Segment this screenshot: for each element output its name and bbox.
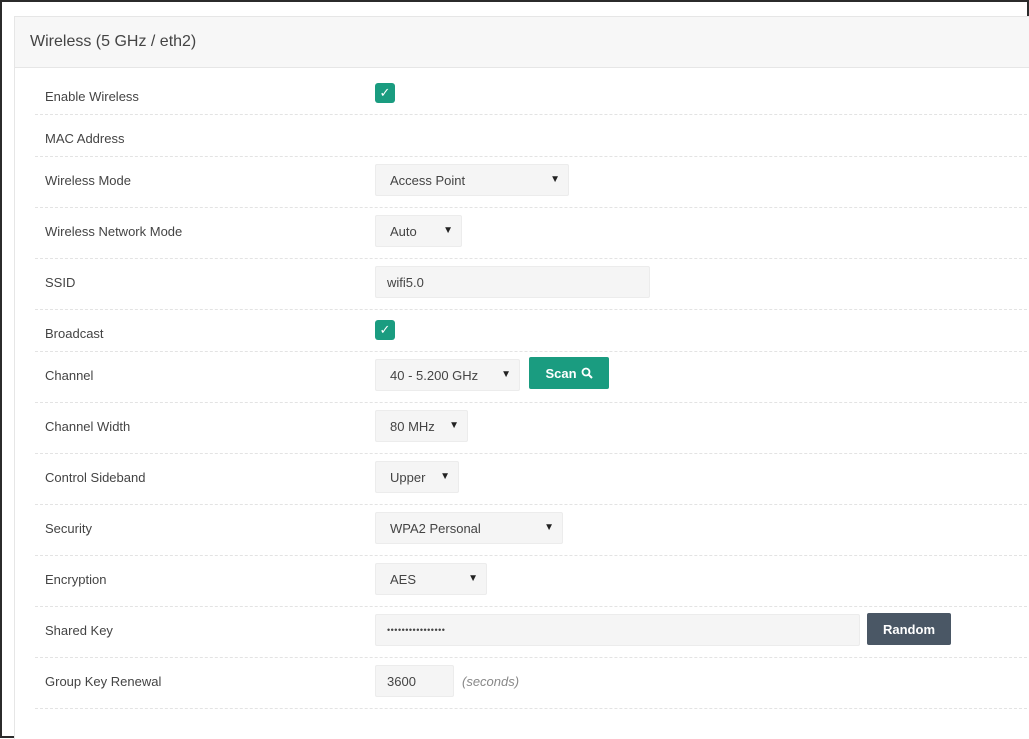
channel-select[interactable]: 40 - 5.200 GHz ▼ [375, 359, 520, 391]
control-sideband-select[interactable]: Upper ▼ [375, 461, 459, 493]
channel-width-select[interactable]: 80 MHz ▼ [375, 410, 468, 442]
encryption-value: AES [390, 571, 417, 587]
mac-address-label: MAC Address [45, 131, 125, 146]
security-label: Security [45, 521, 92, 536]
channel-width-value: 80 MHz [390, 418, 435, 434]
row-security: Security WPA2 Personal ▼ [35, 504, 1029, 556]
security-value: WPA2 Personal [390, 520, 481, 536]
encryption-label: Encryption [45, 572, 107, 587]
channel-label: Channel [45, 368, 94, 383]
caret-down-icon: ▼ [440, 471, 450, 482]
enable-wireless-checkbox[interactable]: ✓ [375, 83, 395, 103]
row-channel: Channel 40 - 5.200 GHz ▼ Scan [35, 351, 1029, 403]
row-control-sideband: Control Sideband Upper ▼ [35, 453, 1029, 505]
channel-width-label: Channel Width [45, 419, 131, 434]
search-icon [581, 367, 593, 379]
row-group-key-renewal: Group Key Renewal 3600 (seconds) [35, 657, 1029, 709]
row-mac-address: MAC Address [35, 114, 1029, 157]
row-encryption: Encryption AES ▼ [35, 555, 1029, 607]
caret-down-icon: ▼ [501, 369, 511, 380]
group-key-renewal-value: 3600 [387, 673, 416, 689]
enable-wireless-label: Enable Wireless [45, 89, 139, 104]
encryption-select[interactable]: AES ▼ [375, 563, 487, 595]
wireless-mode-select[interactable]: Access Point ▼ [375, 164, 569, 196]
checkmark-icon: ✓ [379, 85, 391, 100]
network-mode-label: Wireless Network Mode [45, 224, 183, 239]
ssid-value: wifi5.0 [387, 274, 424, 290]
wireless-panel: Wireless (5 GHz / eth2) Enable Wireless … [14, 16, 1029, 739]
shared-key-label: Shared Key [45, 623, 113, 638]
channel-value: 40 - 5.200 GHz [390, 367, 479, 383]
group-key-renewal-input[interactable]: 3600 [375, 665, 454, 697]
row-channel-width: Channel Width 80 MHz ▼ [35, 402, 1029, 454]
row-wireless-mode: Wireless Mode Access Point ▼ [35, 156, 1029, 208]
row-network-mode: Wireless Network Mode Auto ▼ [35, 207, 1029, 259]
random-button[interactable]: Random [867, 613, 951, 645]
wireless-mode-label: Wireless Mode [45, 173, 131, 188]
seconds-hint: (seconds) [462, 674, 520, 689]
broadcast-label: Broadcast [45, 326, 104, 341]
caret-down-icon: ▼ [468, 573, 478, 584]
ssid-input[interactable]: wifi5.0 [375, 266, 650, 298]
caret-down-icon: ▼ [544, 522, 554, 533]
scan-button-label: Scan [545, 365, 577, 381]
panel-title: Wireless (5 GHz / eth2) [15, 17, 1029, 68]
row-shared-key: Shared Key •••••••••••••••• Random [35, 606, 1029, 658]
ssid-label: SSID [45, 275, 76, 290]
row-ssid: SSID wifi5.0 [35, 258, 1029, 310]
security-select[interactable]: WPA2 Personal ▼ [375, 512, 563, 544]
random-button-label: Random [883, 621, 935, 637]
wireless-mode-value: Access Point [390, 172, 466, 188]
shared-key-value: •••••••••••••••• [387, 625, 446, 635]
network-mode-value: Auto [390, 223, 417, 239]
caret-down-icon: ▼ [443, 225, 453, 236]
network-mode-select[interactable]: Auto ▼ [375, 215, 462, 247]
caret-down-icon: ▼ [550, 174, 560, 185]
row-enable-wireless: Enable Wireless ✓ [35, 68, 1029, 115]
checkmark-icon: ✓ [379, 322, 391, 337]
row-broadcast: Broadcast ✓ [35, 309, 1029, 352]
shared-key-input[interactable]: •••••••••••••••• [375, 614, 860, 646]
broadcast-checkbox[interactable]: ✓ [375, 320, 395, 340]
control-sideband-label: Control Sideband [45, 470, 146, 485]
scan-button[interactable]: Scan [529, 357, 609, 389]
caret-down-icon: ▼ [449, 420, 459, 431]
group-key-renewal-label: Group Key Renewal [45, 674, 162, 689]
control-sideband-value: Upper [390, 469, 426, 485]
